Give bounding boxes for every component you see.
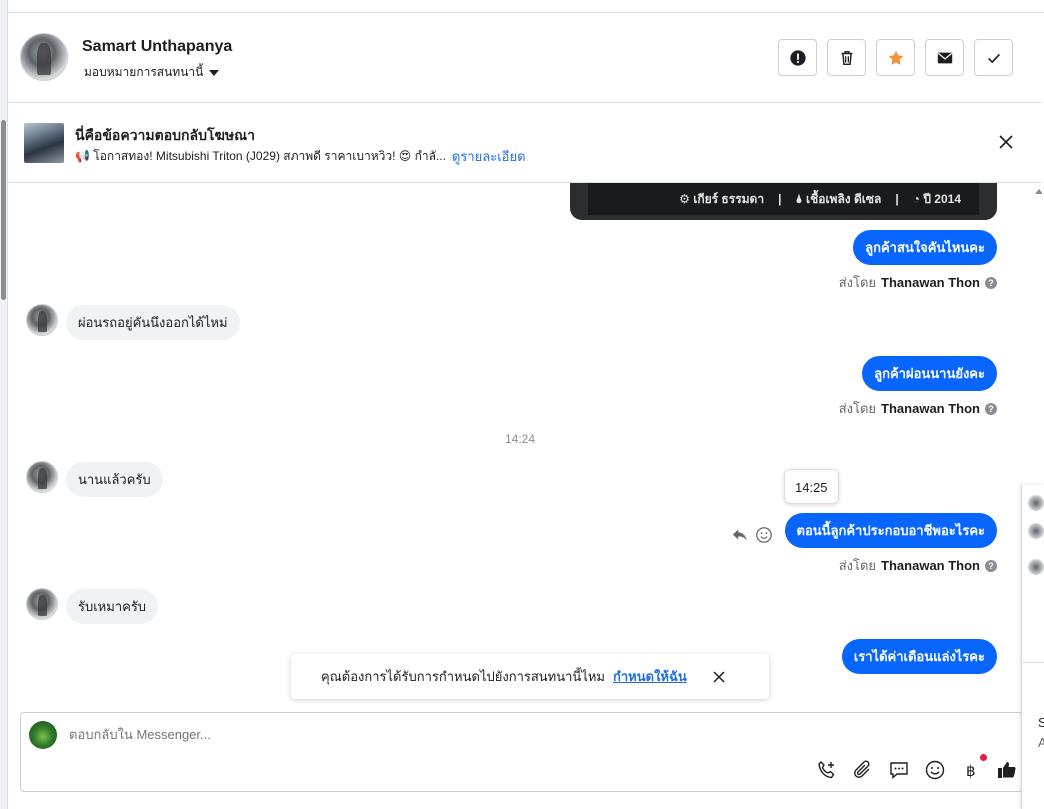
sender-name: Thanawan Thon [881, 275, 980, 290]
spec-fuel: 🌢 เชื้อเพลิง ดีเซล [795, 191, 882, 206]
assign-prompt-toast: คุณต้องการได้รับการกำหนดไปยังการสนทนานี้… [291, 654, 769, 699]
timestamp-tooltip: 14:25 [784, 469, 839, 504]
call-button[interactable] [816, 759, 838, 781]
caret-down-icon [209, 69, 220, 76]
check-icon [987, 53, 1000, 63]
mark-spam-button[interactable] [778, 39, 817, 76]
sent-by-label: ส่งโดย Thanawan Thon ? [839, 555, 997, 576]
mail-icon [937, 52, 952, 63]
toast-close-button[interactable] [713, 670, 725, 683]
outgoing-message[interactable]: ตอนนี้ลูกค้าประกอบอาชีพอะไรคะ [784, 513, 997, 548]
assign-to-me-link[interactable]: กำหนดให้ฉัน [613, 666, 687, 687]
delete-button[interactable] [827, 39, 866, 76]
attach-button[interactable] [852, 759, 874, 781]
thumbs-up-icon [998, 762, 1016, 778]
sender-name: Thanawan Thon [881, 558, 980, 573]
ad-description: 📢 โอกาสทอง! Mitsubishi Triton (J029) สภา… [75, 149, 446, 163]
sent-by-label: ส่งโดย Thanawan Thon ? [839, 272, 997, 293]
smiley-icon [925, 760, 945, 780]
side-card-subtext: A [1038, 735, 1044, 750]
top-bar [8, 0, 1044, 13]
alert-icon [789, 49, 806, 66]
emoji-react-icon[interactable] [755, 526, 773, 544]
sent-by-text: ส่งโดย [838, 558, 877, 573]
conversation-header: Samart Unthapanya มอบหมายการสนทนานี้ [8, 14, 1042, 103]
ad-details-link[interactable]: ดูรายละเอียด [452, 146, 526, 167]
sent-by-text: ส่งโดย [838, 401, 877, 416]
saved-replies-button[interactable] [888, 759, 910, 781]
contact-avatar-small [26, 461, 58, 493]
close-icon [999, 135, 1013, 149]
reply-icon[interactable] [731, 526, 749, 544]
assign-label: มอบหมายการสนทนานี้ [84, 65, 204, 79]
message-thread: ⚙ เกียร์ ธรรมดา | 🌢 เชื้อเพลิง ดีเซล | ◔… [8, 183, 1042, 709]
left-panel-edge [0, 0, 8, 809]
contact-avatar-small [26, 304, 58, 336]
reply-input[interactable] [69, 727, 769, 742]
sender-name: Thanawan Thon [881, 401, 980, 416]
svg-text:฿: ฿ [966, 762, 976, 780]
spec-separator: | [895, 192, 899, 206]
sent-by-text: ส่งโดย [838, 275, 877, 290]
message-hover-actions [731, 526, 773, 544]
contact-name[interactable]: Samart Unthapanya [82, 38, 232, 56]
ad-reply-banner: นี่คือข้อความตอบกลับโฆษณา 📢 โอกาสทอง! Mi… [8, 103, 1042, 183]
contact-avatar-small [26, 588, 58, 620]
time-separator: 14:24 [505, 432, 536, 446]
incoming-message[interactable]: นานแล้วครับ [66, 462, 163, 497]
star-icon [888, 50, 903, 65]
page-avatar [29, 721, 57, 749]
mark-unread-button[interactable] [925, 39, 964, 76]
scroll-up-arrow-icon[interactable] [1035, 189, 1042, 194]
assign-prompt-text: คุณต้องการได้รับการกำหนดไปยังการสนทนานี้… [321, 669, 605, 684]
left-scrollbar[interactable] [1, 120, 6, 300]
ad-title: นี่คือข้อความตอบกลับโฆษณา [75, 127, 255, 143]
trash-icon [841, 50, 852, 65]
outgoing-message[interactable]: เราได้ค่าเดือนแล่งไรคะ [841, 639, 997, 674]
help-icon[interactable]: ? [985, 402, 997, 415]
contact-avatar-small[interactable] [1028, 559, 1044, 575]
ad-close-button[interactable] [996, 132, 1016, 152]
product-card-specs: ⚙ เกียร์ ธรรมดา | 🌢 เชื้อเพลิง ดีเซล | ◔… [588, 183, 979, 215]
message-composer: ฿ [20, 712, 1040, 792]
emoji-button[interactable] [924, 759, 946, 781]
notification-dot [980, 754, 987, 761]
sent-by-label: ส่งโดย Thanawan Thon ? [839, 398, 997, 419]
outgoing-message[interactable]: ลูกค้าสนใจคันไหนคะ [853, 230, 997, 265]
side-card-text: S [1038, 715, 1044, 730]
assign-dropdown[interactable]: มอบหมายการสนทนานี้ [84, 63, 220, 82]
spec-separator: | [778, 192, 782, 206]
contact-avatar-small[interactable] [1028, 495, 1044, 511]
help-icon[interactable]: ? [985, 276, 997, 289]
chat-bubble-icon [890, 762, 908, 780]
baht-icon: ฿ [966, 762, 976, 780]
paperclip-icon [854, 760, 870, 778]
ad-thumbnail [24, 123, 64, 163]
incoming-message[interactable]: ผ่อนรถอยู่คันนึงออกได้ไหม่ [66, 305, 240, 340]
spec-year: ◔ ปี 2014 [912, 191, 961, 206]
like-button[interactable] [996, 759, 1018, 781]
composer-toolbar: ฿ [816, 754, 1018, 781]
contact-avatar-small[interactable] [1028, 523, 1044, 539]
help-icon[interactable]: ? [985, 559, 997, 572]
spec-gear: ⚙ เกียร์ ธรรมดา [679, 191, 765, 206]
right-side-panel: S A [1021, 485, 1044, 809]
contact-avatar[interactable] [20, 33, 68, 81]
payment-button[interactable]: ฿ [960, 754, 987, 781]
header-actions [778, 39, 1013, 76]
conversation-window: Samart Unthapanya มอบหมายการสนทนานี้ นี่… [0, 0, 1044, 809]
outgoing-message[interactable]: ลูกค้าผ่อนนานยังคะ [862, 356, 997, 391]
phone-plus-icon [818, 761, 835, 779]
product-card[interactable]: ⚙ เกียร์ ธรรมดา | 🌢 เชื้อเพลิง ดีเซล | ◔… [570, 183, 997, 220]
close-icon [713, 670, 725, 683]
incoming-message[interactable]: รับเหมาครับ [66, 589, 159, 624]
ad-description-row: 📢 โอกาสทอง! Mitsubishi Triton (J029) สภา… [75, 146, 526, 167]
mark-done-button[interactable] [974, 39, 1013, 76]
side-card: S A [1022, 662, 1044, 809]
star-button[interactable] [876, 39, 915, 76]
